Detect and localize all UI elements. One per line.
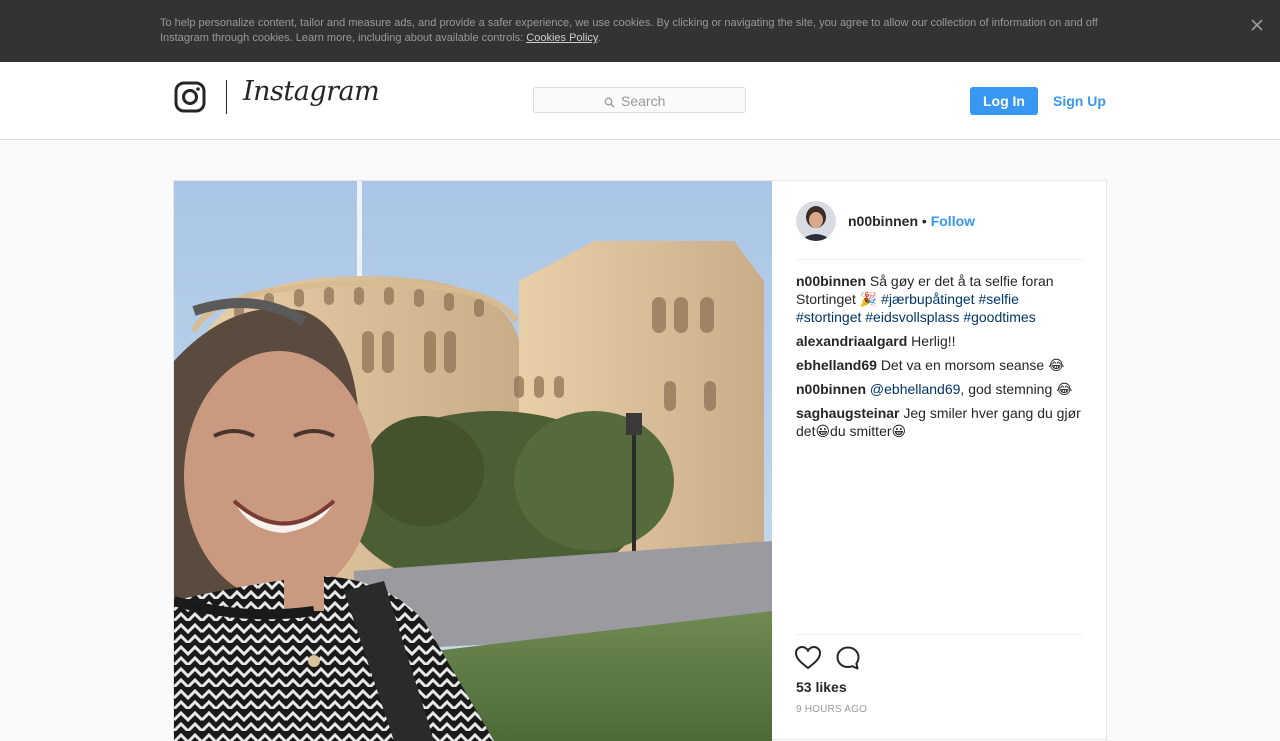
comment-username[interactable]: ebhelland69 <box>796 357 877 373</box>
log-in-button[interactable]: Log In <box>970 87 1038 115</box>
comment-icon[interactable] <box>835 645 861 671</box>
instagram-glyph-icon[interactable] <box>174 81 206 113</box>
divider <box>796 259 1083 260</box>
likes-count[interactable]: 53 likes <box>796 679 847 695</box>
hashtag-link[interactable]: #eidsvollsplass <box>865 309 959 325</box>
post-timestamp: 9 HOURS AGO <box>796 704 868 715</box>
hashtag-link[interactable]: #stortinget <box>796 309 861 325</box>
cookies-policy-link[interactable]: Cookies Policy <box>526 32 597 44</box>
comment-text: , god stemning 😂 <box>960 381 1073 397</box>
follow-button[interactable]: Follow <box>931 213 975 229</box>
author-username[interactable]: n00binnen <box>848 213 918 229</box>
comment-username[interactable]: n00binnen <box>796 273 866 289</box>
separator: • <box>918 213 931 229</box>
cookie-period: . <box>597 32 601 44</box>
search-placeholder: Search <box>621 93 666 109</box>
comment-item: ebhelland69 Det va en morsom seanse 😂 <box>796 356 1086 374</box>
caption: n00binnen Så gøy er det å ta selfie fora… <box>796 272 1086 326</box>
comment-item: alexandriaalgard Herlig!! <box>796 332 1086 350</box>
top-navigation: Instagram Search Log In Sign Up <box>0 62 1280 140</box>
hashtag-link[interactable]: #jærbupåtinget <box>881 291 974 307</box>
post-header: n00binnen • Follow <box>848 213 975 229</box>
comment-text: Det va en morsom seanse 😂 <box>880 357 1065 373</box>
cookie-banner: To help personalize content, tailor and … <box>0 0 1280 62</box>
mention-link[interactable]: @ebhelland69 <box>870 381 961 397</box>
comment-username[interactable]: alexandriaalgard <box>796 333 907 349</box>
comment-item: saghaugsteinar Jeg smiler hver gang du g… <box>796 404 1086 440</box>
cookie-text: To help personalize content, tailor and … <box>160 16 1110 46</box>
hashtag-link[interactable]: #goodtimes <box>963 309 1035 325</box>
search-icon <box>604 95 615 108</box>
post-photo[interactable] <box>174 181 772 741</box>
heart-icon[interactable] <box>794 645 822 671</box>
instagram-wordmark[interactable]: Instagram <box>243 76 380 107</box>
divider <box>796 634 1083 635</box>
sign-up-link[interactable]: Sign Up <box>1053 93 1106 109</box>
search-input[interactable]: Search <box>533 87 746 113</box>
comment-username[interactable]: saghaugsteinar <box>796 405 899 421</box>
avatar[interactable] <box>796 201 836 241</box>
comment-username[interactable]: n00binnen <box>796 381 866 397</box>
cookie-message: To help personalize content, tailor and … <box>160 17 1098 44</box>
post-sidebar: n00binnen • Follow n00binnen Så gøy er d… <box>772 181 1106 741</box>
post-card: n00binnen • Follow n00binnen Så gøy er d… <box>173 180 1107 741</box>
comment-text: Herlig!! <box>911 333 956 349</box>
comment-item: n00binnen @ebhelland69, god stemning 😂 <box>796 380 1086 398</box>
hashtag-link[interactable]: #selfie <box>978 291 1018 307</box>
close-icon[interactable] <box>1248 16 1266 34</box>
logo-divider <box>226 80 227 114</box>
comment-list: n00binnen Så gøy er det å ta selfie fora… <box>796 272 1086 446</box>
